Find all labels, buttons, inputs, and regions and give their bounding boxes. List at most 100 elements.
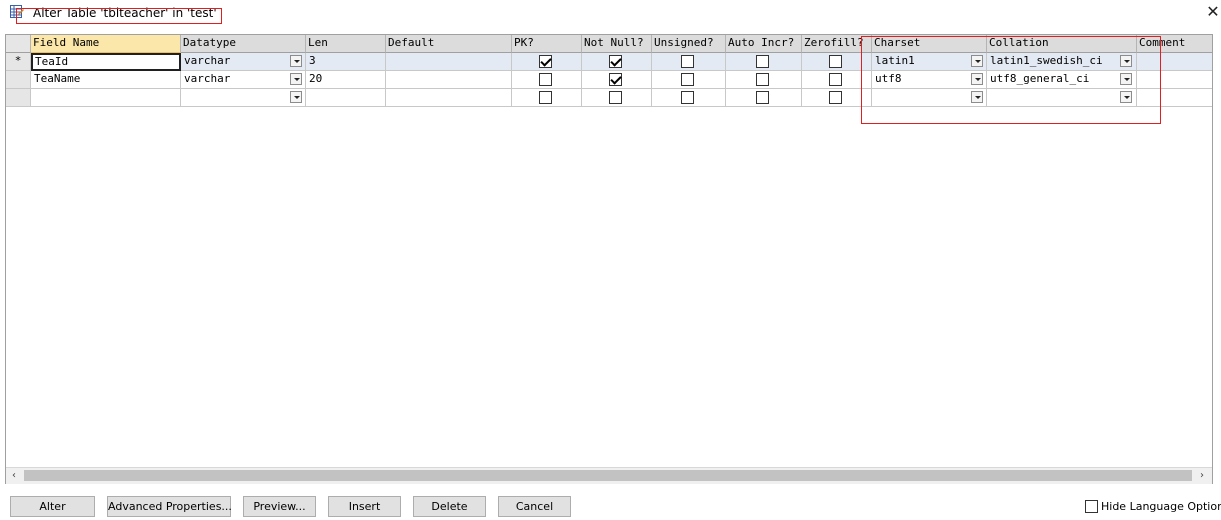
unsigned-checkbox[interactable]: [681, 91, 694, 104]
columns-grid: Field Name Datatype Len Default PK? Not …: [5, 34, 1213, 484]
len-cell[interactable]: 20: [306, 71, 386, 89]
not-null-checkbox[interactable]: [609, 55, 622, 68]
charset-dropdown-icon[interactable]: [971, 55, 983, 67]
datatype-value: varchar: [184, 54, 231, 67]
column-header-default[interactable]: Default: [386, 35, 512, 53]
title-bar: Alter Table 'tblteacher' in 'test' ✕: [0, 0, 1221, 28]
datatype-cell[interactable]: [181, 89, 306, 107]
collation-dropdown-icon[interactable]: [1120, 91, 1132, 103]
charset-cell[interactable]: [872, 89, 987, 107]
field-name-cell[interactable]: TeaId: [31, 53, 181, 71]
field-name-cell[interactable]: [31, 89, 181, 107]
column-header-not-null[interactable]: Not Null?: [582, 35, 652, 53]
auto-incr-cell[interactable]: [726, 71, 802, 89]
charset-dropdown-icon[interactable]: [971, 91, 983, 103]
auto-incr-checkbox[interactable]: [756, 55, 769, 68]
column-header-unsigned[interactable]: Unsigned?: [652, 35, 726, 53]
datatype-dropdown-icon[interactable]: [290, 91, 302, 103]
table-row[interactable]: [6, 89, 1212, 107]
unsigned-checkbox[interactable]: [681, 73, 694, 86]
charset-value: latin1: [875, 54, 915, 67]
datatype-cell[interactable]: varchar: [181, 71, 306, 89]
zerofill-cell[interactable]: [802, 71, 872, 89]
not-null-cell[interactable]: [582, 71, 652, 89]
collation-cell[interactable]: latin1_swedish_ci: [987, 53, 1137, 71]
datatype-dropdown-icon[interactable]: [290, 55, 302, 67]
collation-cell[interactable]: [987, 89, 1137, 107]
hide-language-options-checkbox[interactable]: [1085, 500, 1098, 513]
column-header-pk[interactable]: PK?: [512, 35, 582, 53]
datatype-cell[interactable]: varchar: [181, 53, 306, 71]
datatype-dropdown-icon[interactable]: [290, 73, 302, 85]
table-row[interactable]: * TeaId varchar 3 latin1 latin1_swedish_…: [6, 53, 1212, 71]
comment-cell[interactable]: [1137, 53, 1212, 71]
advanced-properties-button[interactable]: Advanced Properties...: [107, 496, 232, 517]
hide-language-options-label: Hide Language Options: [1101, 500, 1221, 513]
unsigned-cell[interactable]: [652, 71, 726, 89]
insert-button[interactable]: Insert: [328, 496, 401, 517]
table-row[interactable]: TeaName varchar 20 utf8 utf8_general_ci: [6, 71, 1212, 89]
column-header-field-name[interactable]: Field Name: [31, 35, 181, 53]
collation-cell[interactable]: utf8_general_ci: [987, 71, 1137, 89]
auto-incr-cell[interactable]: [726, 53, 802, 71]
zerofill-checkbox[interactable]: [829, 55, 842, 68]
column-header-charset[interactable]: Charset: [872, 35, 987, 53]
field-name-cell[interactable]: TeaName: [31, 71, 181, 89]
default-cell[interactable]: [386, 71, 512, 89]
pk-cell[interactable]: [512, 89, 582, 107]
cancel-button[interactable]: Cancel: [498, 496, 571, 517]
horizontal-scrollbar[interactable]: ‹ ›: [6, 467, 1212, 484]
auto-incr-cell[interactable]: [726, 89, 802, 107]
column-header-collation[interactable]: Collation: [987, 35, 1137, 53]
row-marker[interactable]: *: [6, 53, 31, 71]
row-header-corner: [6, 35, 31, 53]
not-null-checkbox[interactable]: [609, 91, 622, 104]
column-header-len[interactable]: Len: [306, 35, 386, 53]
grid-header-row: Field Name Datatype Len Default PK? Not …: [6, 35, 1212, 53]
scroll-left-icon[interactable]: ‹: [6, 468, 22, 484]
pk-checkbox[interactable]: [539, 73, 552, 86]
column-header-comment[interactable]: Comment: [1137, 35, 1212, 53]
unsigned-cell[interactable]: [652, 89, 726, 107]
scrollbar-thumb[interactable]: [24, 470, 1192, 481]
collation-dropdown-icon[interactable]: [1120, 73, 1132, 85]
collation-value: utf8_general_ci: [990, 72, 1090, 85]
column-header-datatype[interactable]: Datatype: [181, 35, 306, 53]
unsigned-checkbox[interactable]: [681, 55, 694, 68]
column-header-auto-incr[interactable]: Auto Incr?: [726, 35, 802, 53]
charset-value: utf8: [875, 72, 902, 85]
pk-checkbox[interactable]: [539, 91, 552, 104]
zerofill-checkbox[interactable]: [829, 91, 842, 104]
charset-cell[interactable]: latin1: [872, 53, 987, 71]
charset-dropdown-icon[interactable]: [971, 73, 983, 85]
not-null-cell[interactable]: [582, 53, 652, 71]
pk-cell[interactable]: [512, 71, 582, 89]
column-header-zerofill[interactable]: Zerofill?: [802, 35, 872, 53]
row-marker[interactable]: [6, 89, 31, 107]
default-cell[interactable]: [386, 53, 512, 71]
not-null-cell[interactable]: [582, 89, 652, 107]
row-marker[interactable]: [6, 71, 31, 89]
delete-button[interactable]: Delete: [413, 496, 486, 517]
charset-cell[interactable]: utf8: [872, 71, 987, 89]
len-cell[interactable]: [306, 89, 386, 107]
pk-cell[interactable]: [512, 53, 582, 71]
not-null-checkbox[interactable]: [609, 73, 622, 86]
len-cell[interactable]: 3: [306, 53, 386, 71]
title-annotation-box: [16, 8, 222, 24]
preview-button[interactable]: Preview...: [243, 496, 316, 517]
close-button[interactable]: ✕: [1206, 4, 1220, 20]
default-cell[interactable]: [386, 89, 512, 107]
zerofill-checkbox[interactable]: [829, 73, 842, 86]
auto-incr-checkbox[interactable]: [756, 73, 769, 86]
comment-cell[interactable]: [1137, 89, 1212, 107]
zerofill-cell[interactable]: [802, 53, 872, 71]
comment-cell[interactable]: [1137, 71, 1212, 89]
auto-incr-checkbox[interactable]: [756, 91, 769, 104]
unsigned-cell[interactable]: [652, 53, 726, 71]
pk-checkbox[interactable]: [539, 55, 552, 68]
zerofill-cell[interactable]: [802, 89, 872, 107]
collation-dropdown-icon[interactable]: [1120, 55, 1132, 67]
scroll-right-icon[interactable]: ›: [1194, 468, 1210, 484]
alter-button[interactable]: Alter: [10, 496, 95, 517]
